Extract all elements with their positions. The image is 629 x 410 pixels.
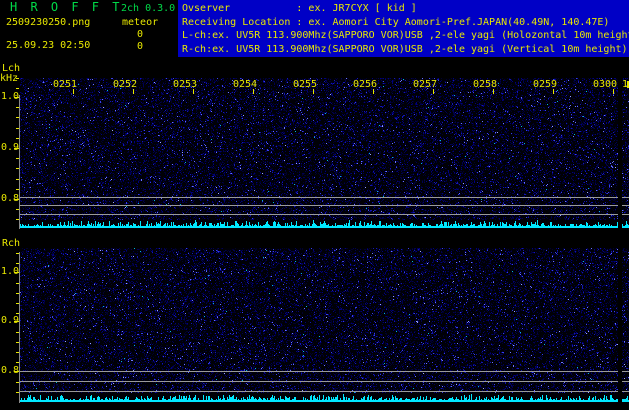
tick-mark: [14, 97, 19, 98]
lch-rig-line: L-ch:ex. UV5R 113.900Mhz(SAPPORO VOR)USB…: [182, 29, 629, 43]
version-label: 2ch 0.3.0: [121, 3, 175, 14]
tick-mark: [16, 219, 19, 220]
tick-mark: [16, 128, 19, 129]
timestamp: 25.09.23 02:50: [6, 40, 90, 51]
tick-mark: [16, 263, 19, 264]
lch-meteor-count: 0: [130, 29, 150, 40]
mode-label: meteor: [122, 17, 158, 28]
rch-rig-line: R-ch:ex. UV5R 113.900Mhz(SAPPORO VOR)USB…: [182, 43, 629, 57]
lch-spectrogram: [20, 78, 629, 229]
rch-axis-line: [19, 252, 20, 403]
tick-mark: [16, 342, 19, 343]
output-filename: 2509230250.png: [6, 17, 90, 28]
tick-mark: [16, 78, 19, 79]
time-label-clipped-fragment: 1: [622, 80, 628, 90]
tick-mark: [16, 88, 19, 89]
tick-mark: [16, 283, 19, 284]
time-label-0253: 0253: [173, 80, 197, 90]
time-label-0252: 0252: [113, 80, 137, 90]
tick-mark: [16, 138, 19, 139]
tick-mark: [16, 168, 19, 169]
time-label-0257: 0257: [413, 80, 437, 90]
time-label-0255: 0255: [293, 80, 317, 90]
hrofft-window: H R O F F T 2ch 0.3.0 2509230250.png met…: [0, 0, 629, 410]
tick-mark: [16, 158, 19, 159]
tick-mark: [16, 303, 19, 304]
tick-mark: [16, 253, 19, 254]
tick-mark: [14, 148, 19, 149]
tick-mark: [14, 272, 19, 273]
location-line: Receiving Location : ex. Aomori City Aom…: [182, 16, 629, 30]
tick-mark: [16, 362, 19, 363]
observer-info-panel: Ovserver : ex. JR7CYX [ kid ] Receiving …: [178, 0, 629, 57]
tick-mark: [16, 179, 19, 180]
time-label-0254: 0254: [233, 80, 257, 90]
tick-mark: [16, 117, 19, 118]
time-label-0256: 0256: [353, 80, 377, 90]
time-label-0258: 0258: [473, 80, 497, 90]
tick-mark: [14, 371, 19, 372]
app-title: H R O F F T: [10, 1, 122, 13]
tick-mark: [16, 382, 19, 383]
time-label-0300: 0300: [593, 80, 617, 90]
tick-mark: [16, 293, 19, 294]
tick-mark: [16, 352, 19, 353]
tick-mark: [16, 313, 19, 314]
lch-axis-line: [19, 95, 20, 229]
tick-mark: [16, 209, 19, 210]
tick-mark: [16, 189, 19, 190]
tick-mark: [16, 332, 19, 333]
rch-spectrogram: [20, 248, 629, 403]
tick-mark: [16, 392, 19, 393]
tick-mark: [14, 199, 19, 200]
rch-meteor-count: 0: [130, 41, 150, 52]
tick-mark: [14, 321, 19, 322]
rch-label: Rch: [2, 238, 20, 249]
observer-line: Ovserver : ex. JR7CYX [ kid ]: [182, 2, 629, 16]
time-label-0259: 0259: [533, 80, 557, 90]
tick-mark: [16, 107, 19, 108]
time-label-0251: 0251: [53, 80, 77, 90]
